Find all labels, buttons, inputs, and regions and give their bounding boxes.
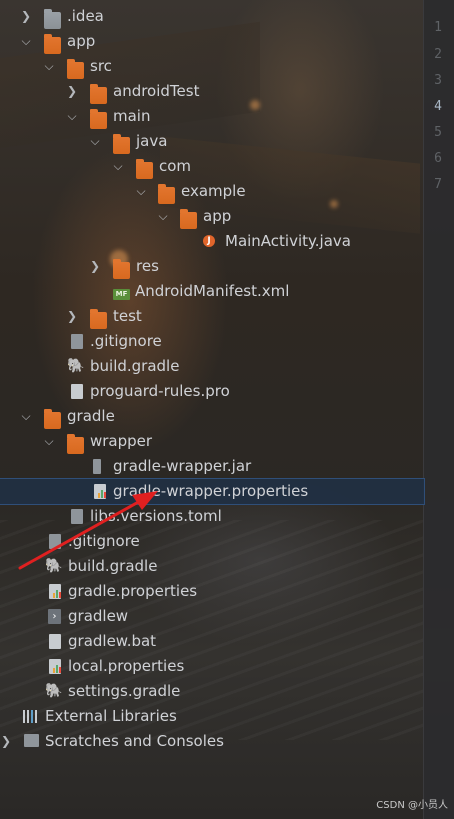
tree-item-src[interactable]: ⌵ src	[0, 54, 424, 79]
chevron-down-icon[interactable]: ⌵	[112, 154, 124, 179]
line-number: 5	[434, 125, 442, 140]
gradle-elephant-icon: 🐘	[45, 683, 63, 699]
chevron-down-icon[interactable]: ⌵	[157, 204, 169, 229]
folder-icon	[67, 59, 84, 79]
toml-file-icon	[71, 509, 83, 524]
folder-icon	[180, 209, 197, 229]
line-number: 3	[434, 73, 442, 88]
jar-file-icon	[93, 459, 101, 474]
chevron-right-icon[interactable]: ❯	[66, 79, 78, 104]
tree-item-build-gradle-root[interactable]: 🐘 build.gradle	[0, 554, 424, 579]
line-number: 1	[434, 20, 442, 35]
tree-item-gradle-properties[interactable]: gradle.properties	[0, 579, 424, 604]
tree-item-idea[interactable]: ❯ .idea	[0, 4, 424, 29]
libraries-icon	[23, 708, 40, 725]
tree-item-gitignore-app[interactable]: .gitignore	[0, 329, 424, 354]
scratches-icon	[24, 734, 39, 747]
tree-item-libs-versions-toml[interactable]: libs.versions.toml	[0, 504, 424, 529]
line-number: 6	[434, 151, 442, 166]
properties-file-icon	[94, 484, 106, 499]
tree-item-local-properties[interactable]: local.properties	[0, 654, 424, 679]
folder-icon	[90, 309, 107, 329]
tree-item-app[interactable]: ⌵ app	[0, 29, 424, 54]
tree-item-settings-gradle[interactable]: 🐘 settings.gradle	[0, 679, 424, 704]
chevron-down-icon[interactable]: ⌵	[20, 29, 32, 54]
tree-item-example[interactable]: ⌵ example	[0, 179, 424, 204]
chevron-down-icon[interactable]: ⌵	[135, 179, 147, 204]
gradle-elephant-icon: 🐘	[67, 358, 85, 374]
tree-item-gradlew[interactable]: › gradlew	[0, 604, 424, 629]
chevron-down-icon[interactable]: ⌵	[66, 104, 78, 129]
tree-item-res[interactable]: ❯ res	[0, 254, 424, 279]
tree-item-build-gradle-app[interactable]: 🐘 build.gradle	[0, 354, 424, 379]
tree-item-external-libraries[interactable]: External Libraries	[0, 704, 424, 729]
tree-item-wrapper[interactable]: ⌵ wrapper	[0, 429, 424, 454]
folder-icon	[44, 34, 61, 54]
gitignore-file-icon	[71, 334, 83, 349]
tree-item-main[interactable]: ⌵ main	[0, 104, 424, 129]
tree-item-gradle[interactable]: ⌵ gradle	[0, 404, 424, 429]
gitignore-file-icon	[49, 534, 61, 549]
tree-item-androidtest[interactable]: ❯ androidTest	[0, 79, 424, 104]
tree-item-gitignore-root[interactable]: .gitignore	[0, 529, 424, 554]
folder-icon	[44, 409, 61, 429]
chevron-right-icon[interactable]: ❯	[0, 729, 12, 754]
tree-item-com[interactable]: ⌵ com	[0, 154, 424, 179]
folder-icon	[113, 134, 130, 154]
tree-item-gradle-wrapper-properties[interactable]: gradle-wrapper.properties	[0, 478, 425, 505]
watermark: CSDN @小员人	[376, 800, 448, 811]
properties-file-icon	[49, 584, 61, 599]
line-number: 4	[434, 99, 442, 114]
tree-item-java[interactable]: ⌵ java	[0, 129, 424, 154]
gradle-elephant-icon: 🐘	[45, 558, 63, 574]
tree-item-test[interactable]: ❯ test	[0, 304, 424, 329]
manifest-file-icon: MF	[113, 289, 130, 300]
tree-item-scratches-consoles[interactable]: ❯ Scratches and Consoles	[0, 729, 424, 754]
terminal-file-icon: ›	[48, 609, 61, 624]
folder-icon	[90, 109, 107, 129]
folder-icon	[136, 159, 153, 179]
tree-item-gradle-wrapper-jar[interactable]: gradle-wrapper.jar	[0, 454, 424, 479]
chevron-down-icon[interactable]: ⌵	[20, 404, 32, 429]
folder-icon	[158, 184, 175, 204]
tree-item-mainactivity[interactable]: J MainActivity.java	[0, 229, 424, 254]
chevron-down-icon[interactable]: ⌵	[43, 429, 55, 454]
line-number: 2	[434, 47, 442, 62]
chevron-down-icon[interactable]: ⌵	[89, 129, 101, 154]
properties-file-icon	[49, 659, 61, 674]
tree-item-proguard[interactable]: proguard-rules.pro	[0, 379, 424, 404]
editor-gutter: 1 2 3 4 5 6 7	[423, 0, 454, 819]
java-file-icon: J	[201, 233, 218, 250]
tree-item-gradlew-bat[interactable]: gradlew.bat	[0, 629, 424, 654]
chevron-right-icon[interactable]: ❯	[20, 4, 32, 29]
text-file-icon	[71, 384, 83, 399]
text-file-icon	[49, 634, 61, 649]
chevron-down-icon[interactable]: ⌵	[43, 54, 55, 79]
chevron-right-icon[interactable]: ❯	[89, 254, 101, 279]
tree-item-app-package[interactable]: ⌵ app	[0, 204, 424, 229]
folder-icon	[67, 434, 84, 454]
folder-icon	[90, 84, 107, 104]
chevron-right-icon[interactable]: ❯	[66, 304, 78, 329]
folder-icon	[113, 259, 130, 279]
folder-icon	[44, 9, 61, 29]
tree-item-androidmanifest[interactable]: MF AndroidManifest.xml	[0, 279, 424, 304]
line-number: 7	[434, 177, 442, 192]
